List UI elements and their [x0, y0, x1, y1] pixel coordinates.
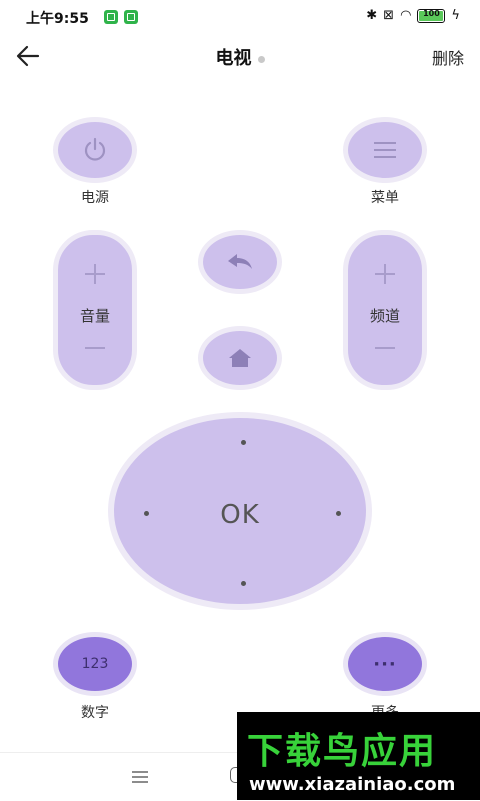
- menu-label: 菜单: [371, 190, 399, 206]
- delete-button[interactable]: 删除: [432, 45, 464, 69]
- status-bar: 上午9:55 ✱ ⊠ ◠ 100 ϟ: [0, 0, 480, 34]
- number-button-label: 123: [81, 656, 109, 672]
- more-button[interactable]: ···: [343, 632, 427, 696]
- status-dot-icon: [257, 55, 265, 63]
- volume-up-icon[interactable]: [84, 263, 106, 285]
- menu-icon: [374, 142, 396, 158]
- notification-icon: [124, 10, 138, 24]
- ok-button[interactable]: OK: [114, 500, 366, 530]
- battery-icon: 100: [417, 8, 446, 23]
- channel-label: 频道: [369, 307, 400, 325]
- power-label: 电源: [81, 190, 109, 206]
- volume-down-icon[interactable]: [84, 345, 106, 351]
- watermark-logo: 下载鸟应用 www.xiazainiao.com: [237, 712, 480, 800]
- recent-apps-icon[interactable]: [132, 771, 148, 783]
- dpad-down[interactable]: [241, 581, 246, 586]
- home-button[interactable]: [198, 326, 282, 390]
- number-label: 数字: [81, 705, 109, 721]
- return-button[interactable]: [198, 230, 282, 294]
- home-icon: [229, 349, 251, 367]
- power-button[interactable]: [53, 117, 137, 183]
- status-time: 上午9:55: [26, 11, 89, 27]
- channel-down-icon[interactable]: [374, 345, 396, 351]
- dpad-up[interactable]: [241, 440, 246, 445]
- more-icon: ···: [373, 653, 397, 675]
- channel-control: 频道: [343, 230, 427, 390]
- wifi-icon: ◠: [400, 8, 412, 23]
- page-title: 电视: [0, 44, 480, 70]
- watermark-url: www.xiazainiao.com: [249, 774, 456, 795]
- menu-button[interactable]: [343, 117, 427, 183]
- bluetooth-icon: ✱: [366, 8, 378, 23]
- charging-icon: ϟ: [451, 8, 460, 23]
- ok-dpad: OK: [108, 412, 372, 610]
- top-bar: 电视 删除: [0, 34, 480, 78]
- channel-up-icon[interactable]: [374, 263, 396, 285]
- notification-icon: [104, 10, 118, 24]
- volume-control: 音量: [53, 230, 137, 390]
- return-arrow-icon: [228, 254, 252, 269]
- volume-label: 音量: [79, 307, 110, 325]
- status-icons: ✱ ⊠ ◠ 100 ϟ: [366, 8, 460, 23]
- number-button[interactable]: 123: [53, 632, 137, 696]
- watermark-brand: 下载鸟应用: [247, 731, 438, 772]
- sim-icon: ⊠: [383, 8, 395, 23]
- power-icon: [84, 137, 106, 161]
